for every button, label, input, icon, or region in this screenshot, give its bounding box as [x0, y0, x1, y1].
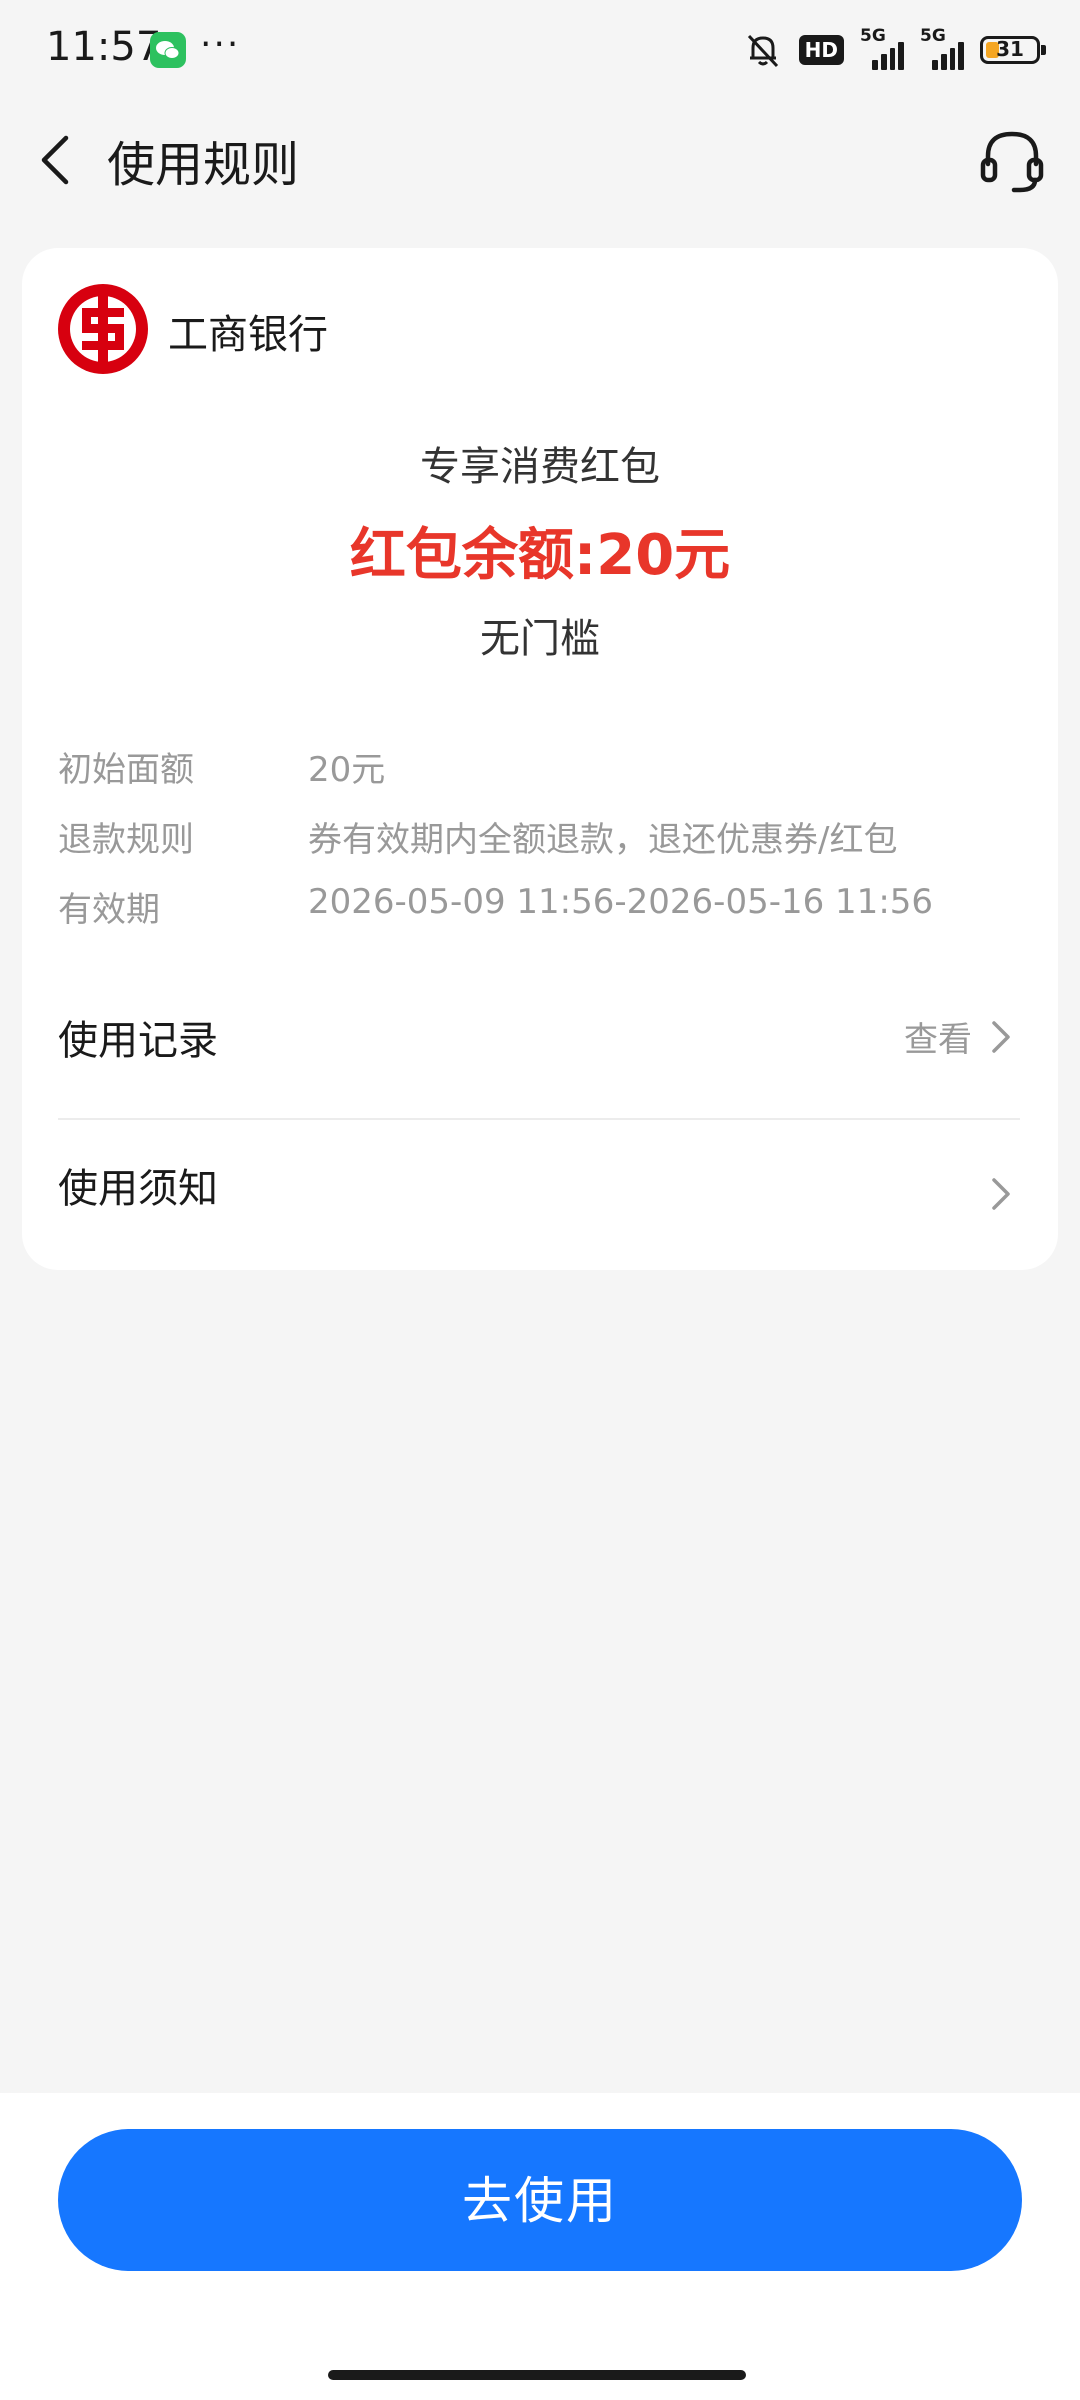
bank-name: 工商银行 — [168, 312, 328, 358]
wechat-notification-icon — [150, 32, 186, 68]
signal-sim2-icon: 5G — [920, 26, 964, 70]
usage-records-label: 使用记录 — [58, 1018, 218, 1064]
status-bar: 11:57 ··· HD 5G 5G 31 — [0, 0, 1080, 100]
icbc-logo — [58, 284, 148, 374]
page-title: 使用规则 — [107, 137, 300, 193]
detail-row-refund-rule: 退款规则 券有效期内全额退款，退还优惠券/红包 — [58, 798, 1018, 868]
usage-notice-arrow[interactable] — [980, 1170, 1020, 1218]
battery-icon: 31 — [980, 36, 1046, 64]
usage-records-row[interactable]: 使用记录 查看 — [58, 968, 1020, 1120]
battery-level: 31 — [996, 37, 1024, 61]
page-header: 使用规则 — [0, 100, 1080, 216]
detail-value: 2026-05-09 11:56-2026-05-16 11:56 — [308, 882, 934, 922]
detail-value: 券有效期内全额退款，退还优惠券/红包 — [308, 820, 898, 860]
home-indicator[interactable] — [328, 2370, 746, 2380]
detail-label: 有效期 — [58, 890, 160, 930]
headset-icon — [980, 131, 1044, 193]
usage-notice-row[interactable]: 使用须知 — [58, 1120, 1020, 1270]
usage-notice-label: 使用须知 — [58, 1166, 218, 1212]
chevron-left-icon — [41, 135, 69, 185]
status-time: 11:57 — [46, 24, 162, 70]
chevron-right-icon — [992, 1020, 1010, 1053]
back-button[interactable] — [30, 130, 90, 190]
view-label: 查看 — [904, 1020, 972, 1060]
coupon-type: 专享消费红包 — [420, 444, 660, 490]
customer-service-button[interactable] — [974, 122, 1050, 198]
more-notifications-icon: ··· — [200, 24, 241, 65]
use-coupon-button[interactable]: 去使用 — [58, 2129, 1022, 2271]
detail-row-validity: 有效期 2026-05-09 11:56-2026-05-16 11:56 — [58, 868, 1018, 938]
coupon-details: 初始面额 20元 退款规则 券有效期内全额退款，退还优惠券/红包 有效期 202… — [58, 728, 1018, 938]
bottom-action-bar: 去使用 — [0, 2093, 1080, 2400]
detail-value: 20元 — [308, 750, 386, 790]
detail-label: 初始面额 — [58, 750, 194, 790]
coupon-threshold: 无门槛 — [480, 616, 600, 662]
signal-sim1-icon: 5G — [860, 26, 904, 70]
detail-row-initial-amount: 初始面额 20元 — [58, 728, 1018, 798]
coupon-card: 工商银行 专享消费红包 红包余额:20元 无门槛 初始面额 20元 退款规则 券… — [22, 248, 1058, 1270]
coupon-balance: 红包余额:20元 — [349, 523, 731, 588]
hd-voice-badge: HD — [798, 35, 844, 65]
detail-label: 退款规则 — [58, 820, 194, 860]
view-records-link[interactable]: 查看 — [904, 1012, 1020, 1061]
status-icons: HD 5G 5G 31 — [743, 26, 1046, 72]
mute-bell-icon — [747, 34, 778, 68]
chevron-right-icon — [992, 1178, 1010, 1210]
